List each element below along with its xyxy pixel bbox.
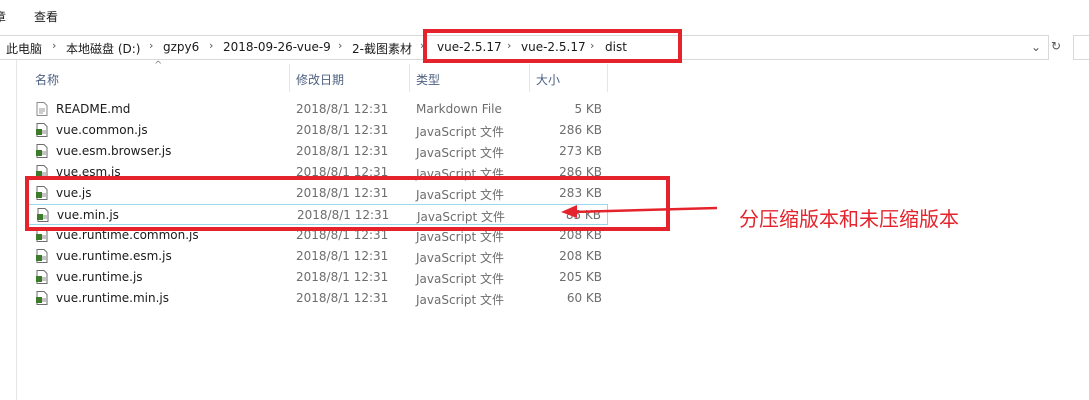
file-name: vue.common.js	[56, 123, 148, 137]
file-type: Markdown File	[416, 102, 502, 116]
file-row-hovered[interactable]: vue.min.js 2018/8/1 12:31 JavaScript 文件 …	[28, 204, 608, 225]
refresh-icon[interactable]: ↻	[1051, 39, 1061, 53]
search-input[interactable]	[1073, 35, 1089, 60]
js-file-icon	[36, 249, 48, 263]
column-divider[interactable]	[409, 64, 410, 92]
annotation-text: 分压缩版本和未压缩版本	[739, 207, 959, 231]
file-name: README.md	[56, 102, 131, 116]
file-row[interactable]: README.md 2018/8/1 12:31 Markdown File 5…	[30, 99, 608, 120]
js-file-icon	[36, 144, 48, 158]
file-type: JavaScript 文件	[416, 272, 504, 286]
file-size: 205 KB	[559, 270, 602, 284]
chevron-right-icon[interactable]: ›	[52, 39, 56, 52]
file-date: 2018/8/1 12:31	[296, 123, 389, 137]
column-header-size[interactable]: 大小	[536, 71, 560, 88]
column-header-date[interactable]: 修改日期	[296, 71, 344, 88]
markdown-file-icon	[36, 102, 48, 116]
file-type: JavaScript 文件	[416, 251, 504, 265]
chevron-right-icon[interactable]: ›	[590, 39, 594, 52]
file-type: JavaScript 文件	[416, 293, 504, 307]
navigation-pane-divider	[16, 60, 17, 400]
menu-item-share[interactable]: 章	[0, 8, 6, 25]
file-date: 2018/8/1 12:31	[296, 165, 389, 179]
file-type: JavaScript 文件	[416, 167, 504, 181]
file-row[interactable]: vue.esm.js 2018/8/1 12:31 JavaScript 文件 …	[30, 162, 608, 183]
file-name: vue.min.js	[57, 208, 119, 222]
file-row[interactable]: vue.runtime.js 2018/8/1 12:31 JavaScript…	[30, 267, 608, 288]
file-size: 273 KB	[559, 144, 602, 158]
menu-bar: 章 查看	[0, 0, 1089, 32]
column-header-type[interactable]: 类型	[416, 71, 440, 88]
column-divider[interactable]	[529, 64, 530, 92]
file-size: 60 KB	[566, 291, 602, 305]
column-header-name[interactable]: 名称	[35, 71, 59, 88]
history-dropdown-icon[interactable]: ⌄	[1031, 40, 1041, 54]
file-date: 2018/8/1 12:31	[296, 228, 389, 242]
file-date: 2018/8/1 12:31	[296, 186, 389, 200]
annotation-arrow-icon	[561, 205, 718, 218]
breadcrumb-item-vue-outer[interactable]: vue-2.5.17	[437, 40, 502, 54]
sort-ascending-icon: ^	[154, 60, 163, 71]
file-date: 2018/8/1 12:31	[296, 144, 389, 158]
file-type: JavaScript 文件	[416, 146, 504, 160]
file-type: JavaScript 文件	[416, 230, 504, 244]
file-row[interactable]: vue.runtime.min.js 2018/8/1 12:31 JavaSc…	[30, 288, 608, 309]
js-file-icon	[36, 270, 48, 284]
file-type: JavaScript 文件	[417, 210, 505, 224]
js-file-icon	[36, 186, 48, 200]
file-row[interactable]: vue.runtime.common.js 2018/8/1 12:31 Jav…	[30, 225, 608, 246]
breadcrumb-item-dist[interactable]: dist	[605, 40, 627, 54]
file-type: JavaScript 文件	[416, 125, 504, 139]
file-name: vue.js	[56, 186, 92, 200]
file-date: 2018/8/1 12:31	[296, 270, 389, 284]
column-divider[interactable]	[607, 64, 608, 92]
file-name: vue.runtime.esm.js	[56, 249, 172, 263]
breadcrumb-item-vue-inner[interactable]: vue-2.5.17	[521, 40, 586, 54]
file-name: vue.runtime.common.js	[56, 228, 199, 242]
address-bar[interactable]: 此电脑 › 本地磁盘 (D:) › gzpy6 › 2018-09-26-vue…	[0, 35, 1089, 60]
file-size: 5 KB	[574, 102, 602, 116]
chevron-right-icon[interactable]: ›	[149, 39, 153, 52]
file-type: JavaScript 文件	[416, 188, 504, 202]
chevron-right-icon[interactable]: ›	[507, 39, 511, 52]
file-date: 2018/8/1 12:31	[297, 208, 390, 222]
breadcrumb[interactable]: 此电脑 › 本地磁盘 (D:) › gzpy6 › 2018-09-26-vue…	[0, 35, 1049, 60]
file-name: vue.runtime.min.js	[56, 291, 170, 305]
file-date: 2018/8/1 12:31	[296, 249, 389, 263]
js-file-icon	[36, 228, 48, 242]
js-file-icon	[37, 208, 49, 222]
chevron-right-icon[interactable]: ›	[338, 39, 342, 52]
menu-item-view[interactable]: 查看	[34, 8, 58, 25]
file-size: 286 KB	[559, 165, 602, 179]
file-date: 2018/8/1 12:31	[296, 102, 389, 116]
file-row[interactable]: vue.common.js 2018/8/1 12:31 JavaScript …	[30, 120, 608, 141]
column-divider[interactable]	[289, 64, 290, 92]
chevron-right-icon[interactable]: ›	[420, 39, 424, 52]
breadcrumb-item-date-folder[interactable]: 2018-09-26-vue-9	[223, 40, 331, 54]
breadcrumb-item-disk-d[interactable]: 本地磁盘 (D:)	[66, 40, 140, 57]
file-size: 208 KB	[559, 228, 602, 242]
chevron-right-icon[interactable]: ›	[209, 39, 213, 52]
js-file-icon	[36, 123, 48, 137]
file-row[interactable]: vue.js 2018/8/1 12:31 JavaScript 文件 283 …	[30, 183, 608, 204]
file-size: 286 KB	[559, 123, 602, 137]
breadcrumb-item-screenshots[interactable]: 2-截图素材	[352, 40, 412, 57]
file-date: 2018/8/1 12:31	[296, 291, 389, 305]
file-name: vue.runtime.js	[56, 270, 143, 284]
js-file-icon	[36, 165, 48, 179]
breadcrumb-item-gzpy6[interactable]: gzpy6	[163, 40, 199, 54]
file-name: vue.esm.browser.js	[56, 144, 172, 158]
file-row[interactable]: vue.runtime.esm.js 2018/8/1 12:31 JavaSc…	[30, 246, 608, 267]
file-size: 208 KB	[559, 249, 602, 263]
breadcrumb-item-this-pc[interactable]: 此电脑	[6, 40, 42, 57]
file-row[interactable]: vue.esm.browser.js 2018/8/1 12:31 JavaSc…	[30, 141, 608, 162]
js-file-icon	[36, 291, 48, 305]
file-name: vue.esm.js	[56, 165, 121, 179]
